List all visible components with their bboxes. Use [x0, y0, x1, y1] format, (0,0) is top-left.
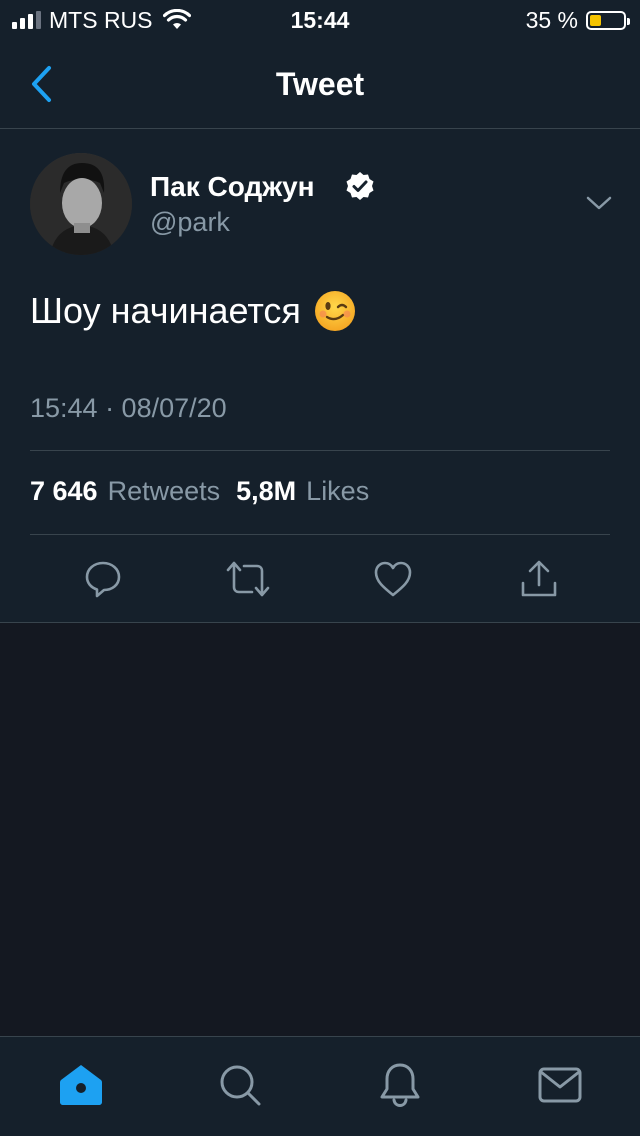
divider — [30, 450, 610, 451]
reply-button[interactable] — [79, 555, 127, 603]
retweets-count[interactable]: 7 646 — [30, 476, 98, 507]
avatar-image — [30, 153, 132, 255]
share-button[interactable] — [515, 555, 563, 603]
screen: MTS RUS 15:44 35 % Tweet Пак Соджун @par… — [0, 0, 640, 1136]
tweet-timestamp: 15:44 · 08/07/20 — [30, 393, 227, 423]
likes-count[interactable]: 5,8M — [236, 476, 296, 507]
winking-face-emoji — [314, 291, 355, 331]
chevron-down-icon — [586, 196, 612, 210]
display-name[interactable]: Пак Соджун — [150, 171, 315, 203]
retweets-label[interactable]: Retweets — [108, 476, 221, 507]
divider — [30, 534, 610, 535]
home-icon — [60, 1065, 102, 1105]
retweet-icon — [226, 561, 270, 597]
notifications-icon — [380, 1063, 420, 1108]
tab-home[interactable] — [57, 1061, 105, 1109]
messages-icon — [538, 1067, 582, 1103]
nav-bar: Tweet — [0, 40, 640, 129]
avatar[interactable] — [30, 153, 132, 255]
tweet-card: Пак Соджун @park Шоу начинается 15:44 · … — [0, 129, 640, 623]
battery-icon — [586, 10, 630, 30]
tweet-text: Шоу начинается — [30, 290, 301, 331]
like-button[interactable] — [369, 555, 417, 603]
reply-icon — [85, 561, 121, 598]
more-options-button[interactable] — [584, 191, 614, 215]
battery-percent: 35 % — [525, 6, 578, 33]
likes-label[interactable]: Likes — [306, 476, 369, 507]
tab-notifications[interactable] — [376, 1061, 424, 1109]
status-right: 35 % — [525, 6, 630, 33]
tweet-stats: 7 646 Retweets 5,8M Likes — [30, 476, 385, 507]
verified-badge-icon — [346, 172, 374, 200]
tweet-text-container: Шоу начинается — [30, 289, 357, 333]
status-bar: MTS RUS 15:44 35 % — [0, 0, 640, 40]
search-icon — [220, 1065, 261, 1106]
tab-search[interactable] — [216, 1061, 264, 1109]
tweet-actions — [0, 555, 640, 603]
page-title: Tweet — [275, 66, 365, 102]
like-icon — [374, 561, 412, 597]
share-icon — [521, 560, 557, 597]
user-handle[interactable]: @park — [150, 207, 230, 238]
tab-messages[interactable] — [536, 1061, 584, 1109]
battery-fill — [590, 14, 601, 26]
retweet-button[interactable] — [224, 555, 272, 603]
tab-bar — [0, 1036, 640, 1136]
